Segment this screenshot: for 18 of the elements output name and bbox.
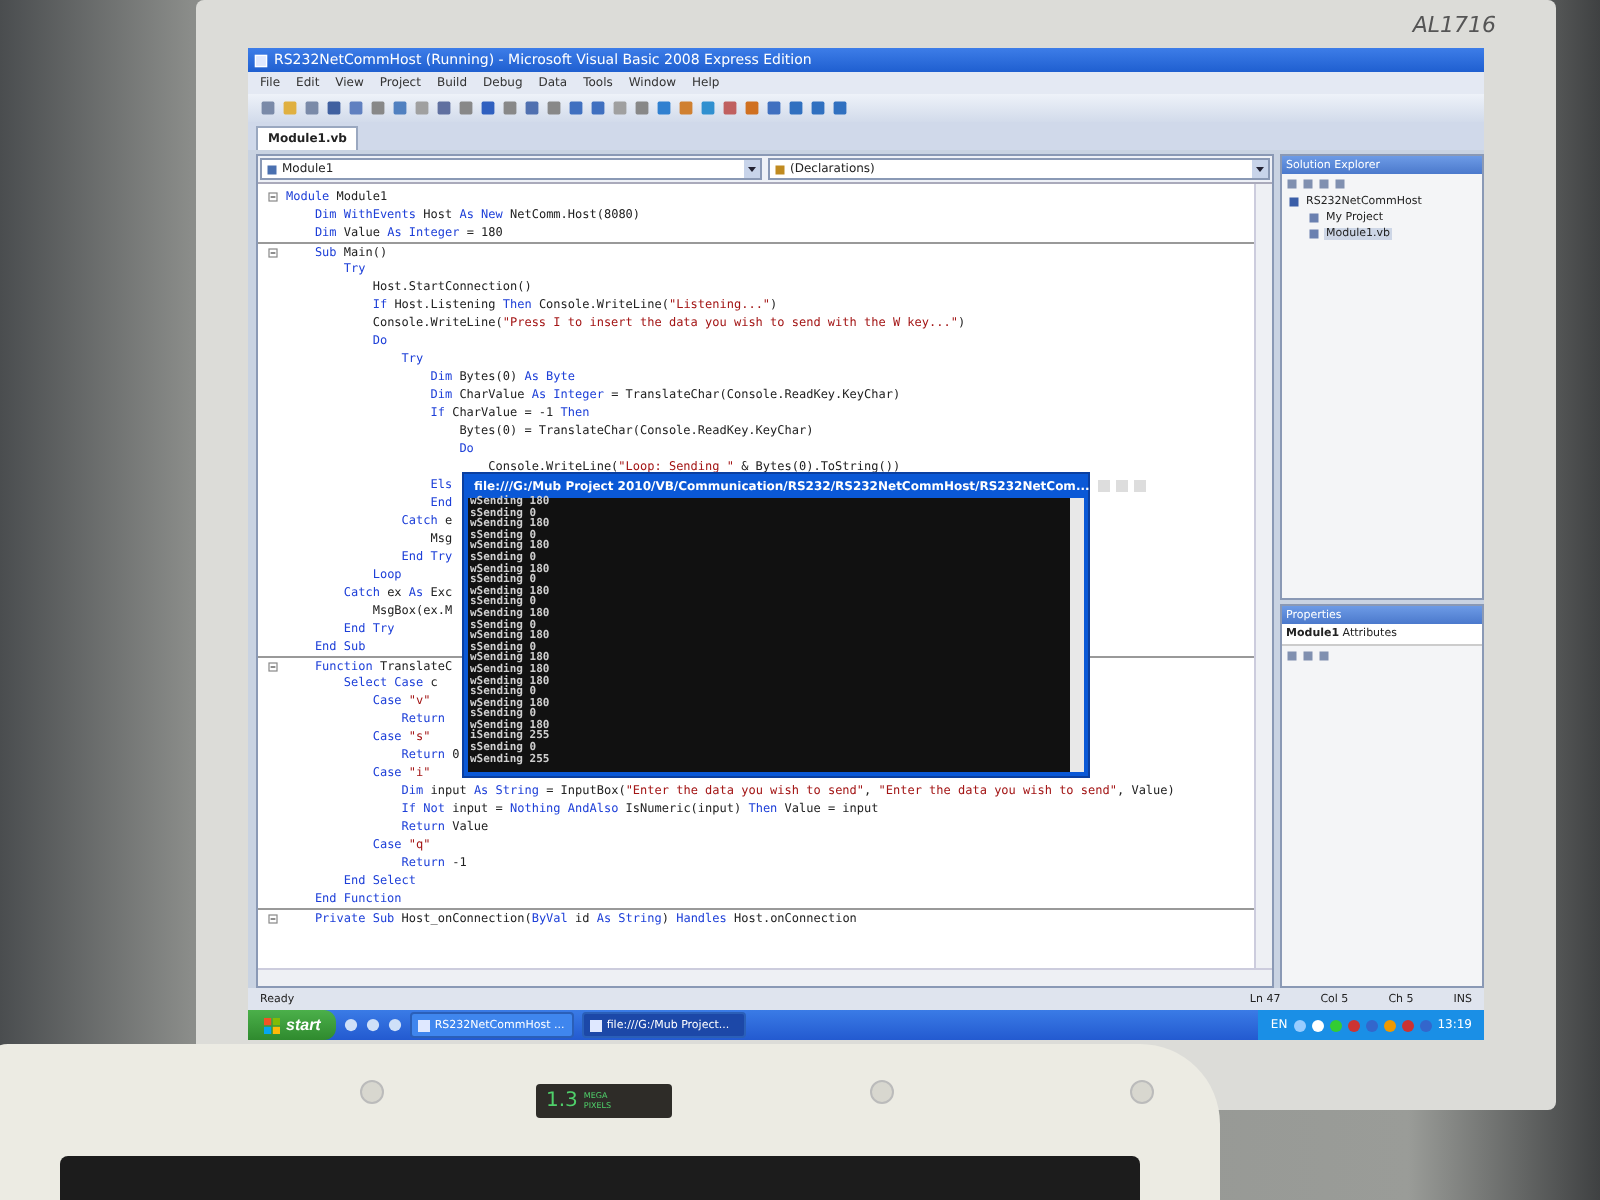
project-icon xyxy=(1288,196,1300,208)
monitor-label: AL1716 xyxy=(1412,12,1496,38)
vertical-scrollbar[interactable] xyxy=(1070,498,1084,772)
windows-logo-icon xyxy=(264,1017,280,1033)
module-icon xyxy=(266,163,278,175)
vertical-scrollbar[interactable] xyxy=(1254,184,1272,968)
app-icon xyxy=(254,53,268,67)
camera-dot-drawing xyxy=(870,1080,894,1104)
badge-number: 1.3 xyxy=(546,1090,578,1112)
window-icon xyxy=(590,1019,603,1031)
maximize-button[interactable] xyxy=(1113,478,1130,494)
close-button[interactable] xyxy=(1131,478,1148,494)
method-icon xyxy=(774,163,786,175)
minimize-button[interactable] xyxy=(1095,478,1112,494)
horizontal-scrollbar[interactable] xyxy=(258,968,1272,986)
camera-dot-drawing xyxy=(1130,1080,1154,1104)
camera-dot-drawing xyxy=(360,1080,384,1104)
window-icon xyxy=(418,1019,431,1031)
